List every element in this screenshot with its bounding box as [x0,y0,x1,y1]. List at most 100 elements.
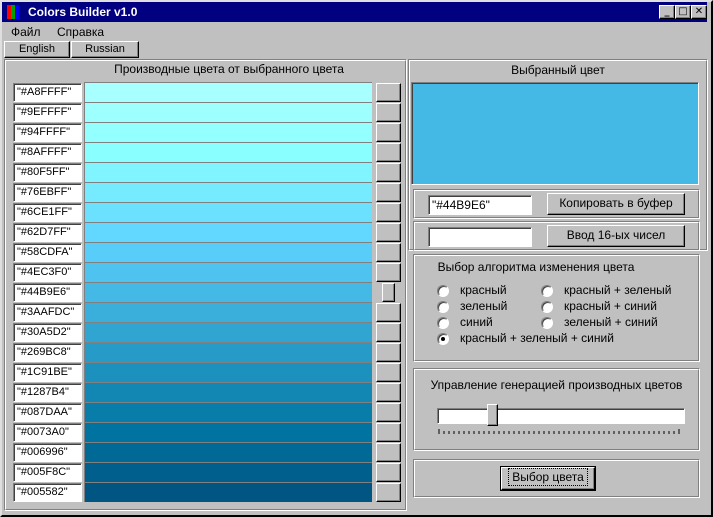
menu-file[interactable]: Файл [11,25,41,39]
algorithm-radio-label[interactable]: зеленый [460,299,507,313]
select-derived-color-button[interactable] [376,123,401,142]
menu-help[interactable]: Справка [57,25,104,39]
derived-color-hex: "#94FFFF" [13,123,82,142]
select-derived-color-button[interactable] [376,403,401,422]
select-derived-color-button[interactable] [376,143,401,162]
generation-title: Управление генерацией производных цветов [430,378,683,392]
algorithm-radio[interactable] [437,285,449,297]
algorithm-radio[interactable] [541,285,553,297]
derived-color-hex: "#9EFFFF" [13,103,82,122]
derived-color-hex: "#269BC8" [13,343,82,362]
hex-input-field[interactable] [428,227,532,247]
derived-color-swatch[interactable] [84,302,372,322]
select-derived-color-button[interactable] [376,83,401,102]
algorithm-radio[interactable] [437,333,449,345]
window-title: Colors Builder v1.0 [28,5,138,19]
derived-color-swatch[interactable] [84,442,372,462]
selected-color-preview [411,82,699,185]
select-derived-color-button[interactable] [376,443,401,462]
derived-color-hex: "#30A5D2" [13,323,82,342]
derived-color-hex: "#006996" [13,443,82,462]
generation-slider-thumb[interactable] [486,404,498,426]
derived-color-hex: "#087DAA" [13,403,82,422]
tab-english[interactable]: English [4,41,70,58]
derived-color-hex: "#58CDFA" [13,243,82,262]
select-derived-color-button[interactable] [376,303,401,322]
slider-ticks [438,429,680,434]
select-derived-color-button[interactable] [376,463,401,482]
algorithm-radio[interactable] [541,317,553,329]
algorithm-radio-label[interactable]: синий [460,315,493,329]
derived-color-hex: "#6CE1FF" [13,203,82,222]
title-bar[interactable]: Colors Builder v1.0 _ □ ✕ [2,2,707,22]
algorithm-radio-label[interactable]: красный [460,283,507,297]
select-derived-color-button[interactable] [376,483,401,502]
select-derived-color-button[interactable] [376,363,401,382]
derived-color-hex: "#1287B4" [13,383,82,402]
derived-color-swatch[interactable] [84,242,372,262]
derived-colors-title: Производные цвета от выбранного цвета [114,62,344,76]
select-derived-color-button[interactable] [376,163,401,182]
app-icon [7,5,19,19]
derived-color-swatch[interactable] [84,382,372,402]
pick-color-button[interactable]: Выбор цвета [500,466,596,491]
derived-color-swatch[interactable] [84,482,372,502]
derived-color-swatch[interactable] [84,342,372,362]
selected-color-title: Выбранный цвет [511,63,605,77]
select-derived-color-button[interactable] [376,243,401,262]
derived-color-swatch[interactable] [84,162,372,182]
algorithm-radio-label[interactable]: зеленый + синий [564,315,658,329]
derived-color-swatch[interactable] [84,82,372,102]
hex-input-button[interactable]: Ввод 16-ых чисел [547,225,685,247]
select-derived-color-button[interactable] [376,223,401,242]
select-derived-color-button[interactable] [376,203,401,222]
tab-russian[interactable]: Russian [71,41,139,58]
algorithm-title: Выбор алгоритма изменения цвета [437,260,635,274]
select-derived-color-button[interactable] [376,383,401,402]
select-derived-color-button[interactable] [376,343,401,362]
derived-color-swatch[interactable] [84,282,372,302]
algorithm-radio[interactable] [541,301,553,313]
algorithm-radio[interactable] [437,301,449,313]
derived-color-hex: "#76EBFF" [13,183,82,202]
algorithm-radio[interactable] [437,317,449,329]
algorithm-radio-label[interactable]: красный + синий [564,299,657,313]
select-derived-color-button[interactable] [382,283,395,302]
derived-color-swatch[interactable] [84,182,372,202]
select-derived-color-button[interactable] [376,323,401,342]
derived-color-hex: "#A8FFFF" [13,83,82,102]
derived-color-swatch[interactable] [84,102,372,122]
derived-color-swatch[interactable] [84,202,372,222]
copy-to-clipboard-button[interactable]: Копировать в буфер [547,193,685,215]
generation-slider-track[interactable] [437,408,685,424]
select-derived-color-button[interactable] [376,423,401,442]
derived-color-swatch[interactable] [84,362,372,382]
derived-color-hex: "#3AAFDC" [13,303,82,322]
derived-color-swatch[interactable] [84,422,372,442]
derived-color-swatch[interactable] [84,402,372,422]
maximize-icon[interactable]: □ [675,5,691,19]
derived-color-hex: "#005F8C" [13,463,82,482]
select-derived-color-button[interactable] [376,103,401,122]
derived-color-hex: "#80F5FF" [13,163,82,182]
algorithm-radio-label[interactable]: красный + зеленый [564,283,672,297]
derived-color-swatch[interactable] [84,142,372,162]
pick-color-button-label: Выбор цвета [508,468,588,486]
derived-color-hex: "#8AFFFF" [13,143,82,162]
selected-hex-field[interactable]: "#44B9E6" [428,195,532,215]
derived-color-hex: "#44B9E6" [13,283,82,302]
derived-color-swatch[interactable] [84,262,372,282]
derived-color-hex: "#4EC3F0" [13,263,82,282]
minimize-icon[interactable]: _ [659,5,675,19]
derived-color-hex: "#1C91BE" [13,363,82,382]
close-icon[interactable]: ✕ [691,5,707,19]
derived-color-swatch[interactable] [84,462,372,482]
algorithm-radio-label[interactable]: красный + зеленый + синий [460,331,614,345]
derived-color-hex: "#62D7FF" [13,223,82,242]
select-derived-color-button[interactable] [376,263,401,282]
select-derived-color-button[interactable] [376,183,401,202]
derived-color-swatch[interactable] [84,322,372,342]
derived-color-swatch[interactable] [84,222,372,242]
derived-color-swatch[interactable] [84,122,372,142]
menu-bar: Файл Справка [2,22,707,41]
